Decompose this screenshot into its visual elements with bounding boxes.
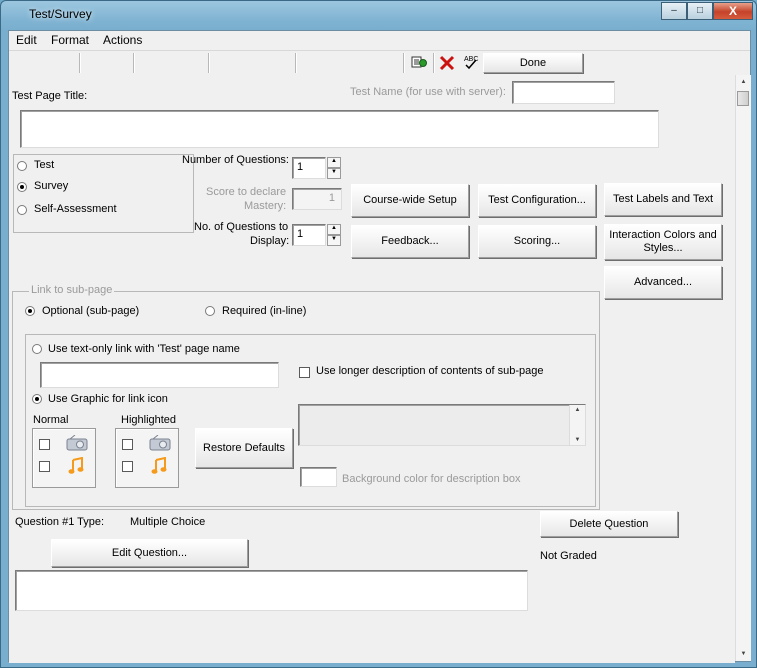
- toolbar-separator: [79, 53, 81, 73]
- question-type-value: Multiple Choice: [130, 516, 206, 528]
- highlighted-icon-preview[interactable]: [115, 428, 179, 488]
- background-color-label: Background color for description box: [342, 473, 521, 485]
- page-title-input[interactable]: [20, 110, 659, 148]
- radio-test[interactable]: [17, 161, 27, 171]
- graded-status: Not Graded: [540, 550, 597, 562]
- radio-text-only-link[interactable]: [32, 344, 42, 354]
- display-questions-label-1: No. of Questions to: [194, 221, 289, 233]
- background-color-swatch[interactable]: [300, 467, 337, 487]
- edit-question-button[interactable]: Edit Question...: [51, 539, 248, 567]
- toolbar-separator: [133, 53, 135, 73]
- delete-x-icon[interactable]: [439, 55, 455, 71]
- menu-actions[interactable]: Actions: [103, 33, 142, 47]
- spin-up-icon[interactable]: ▲: [327, 157, 341, 168]
- interaction-colors-button[interactable]: Interaction Colors and Styles...: [604, 224, 722, 260]
- display-questions-input[interactable]: 1: [292, 224, 326, 246]
- question-preview-box[interactable]: [15, 570, 528, 611]
- toolbar-separator: [433, 53, 435, 73]
- form-area: Test Page Title: Test Name (for use with…: [9, 75, 735, 663]
- delete-question-button[interactable]: Delete Question: [540, 511, 678, 537]
- spin-down-icon[interactable]: ▼: [327, 235, 341, 246]
- menu-bar: Edit Format Actions: [9, 31, 750, 50]
- radio-self-assessment[interactable]: [17, 205, 27, 215]
- scroll-up-icon[interactable]: ▲: [736, 75, 751, 89]
- restore-defaults-button[interactable]: Restore Defaults: [195, 428, 293, 468]
- highlighted-icon-label: Highlighted: [121, 414, 177, 426]
- display-questions-label-2: Display:: [250, 235, 290, 247]
- page-scrollbar[interactable]: ▲ ▼: [735, 75, 751, 661]
- num-questions-input[interactable]: 1: [292, 157, 326, 179]
- radio-device-icon: [149, 434, 171, 454]
- spin-up-icon[interactable]: ▲: [327, 224, 341, 235]
- num-questions-spinner[interactable]: ▲ ▼: [327, 157, 341, 179]
- music-note-icon: [68, 456, 84, 478]
- scoring-button[interactable]: Scoring...: [478, 225, 596, 258]
- page-title-label: Test Page Title:: [12, 90, 88, 102]
- test-configuration-button[interactable]: Test Configuration...: [478, 184, 596, 217]
- scroll-down-icon[interactable]: ▼: [736, 647, 751, 661]
- radio-text-only-label: Use text-only link with 'Test' page name: [48, 343, 240, 355]
- scroll-down-icon[interactable]: ▼: [570, 435, 585, 445]
- radio-optional-label: Optional (sub-page): [42, 305, 140, 317]
- mastery-label-2: Mastery:: [244, 200, 287, 212]
- done-button[interactable]: Done: [483, 53, 583, 73]
- radio-graphic-link[interactable]: [32, 394, 42, 404]
- feedback-button[interactable]: Feedback...: [351, 225, 469, 258]
- radio-test-label: Test: [34, 159, 55, 171]
- interaction-colors-label-2: Styles...: [643, 242, 683, 254]
- radio-required-label: Required (in-line): [222, 305, 307, 317]
- display-questions-spinner[interactable]: ▲ ▼: [327, 224, 341, 246]
- maximize-button[interactable]: □: [687, 2, 713, 20]
- toc-icon[interactable]: [411, 55, 427, 69]
- course-wide-setup-button[interactable]: Course-wide Setup: [351, 184, 469, 217]
- longer-description-label: Use longer description of contents of su…: [316, 365, 544, 377]
- normal-icon-label: Normal: [33, 414, 69, 426]
- spin-down-icon[interactable]: ▼: [327, 168, 341, 179]
- scroll-up-icon[interactable]: ▲: [570, 405, 585, 415]
- interaction-colors-label-1: Interaction Colors and: [609, 229, 717, 241]
- test-labels-button[interactable]: Test Labels and Text: [604, 183, 722, 216]
- advanced-button[interactable]: Advanced...: [604, 266, 722, 299]
- radio-required[interactable]: [205, 306, 215, 316]
- app-window: Test/Survey – □ X Edit Format Actions AB…: [0, 0, 757, 668]
- menu-format[interactable]: Format: [51, 33, 89, 47]
- checkbox-icon: [122, 461, 133, 472]
- radio-graphic-label: Use Graphic for link icon: [48, 393, 168, 405]
- mastery-input[interactable]: 1: [292, 188, 342, 210]
- radio-survey-label: Survey: [34, 180, 69, 192]
- test-name-label: Test Name (for use with server):: [350, 86, 506, 98]
- radio-self-assessment-label: Self-Assessment: [34, 203, 117, 215]
- checkbox-icon: [122, 439, 133, 450]
- svg-text:ABC: ABC: [464, 56, 478, 63]
- client-area: Edit Format Actions ABC Done Test Page T…: [8, 30, 751, 663]
- question-type-label: Question #1 Type:: [15, 516, 105, 528]
- music-note-icon: [151, 456, 167, 478]
- radio-optional[interactable]: [25, 306, 35, 316]
- link-subpage-legend: Link to sub-page: [29, 284, 115, 296]
- num-questions-label: Number of Questions:: [182, 154, 289, 166]
- link-text-input[interactable]: [40, 362, 279, 388]
- minimize-button[interactable]: –: [661, 2, 687, 20]
- toolbar-separator: [403, 53, 405, 73]
- normal-icon-preview[interactable]: [32, 428, 96, 488]
- spellcheck-icon[interactable]: ABC: [463, 54, 479, 70]
- test-name-input[interactable]: [512, 81, 615, 104]
- close-button[interactable]: X: [713, 2, 753, 20]
- title-bar[interactable]: Test/Survey – □ X: [1, 1, 756, 29]
- description-textarea[interactable]: ▲ ▼: [298, 404, 586, 446]
- radio-device-icon: [66, 434, 88, 454]
- description-scrollbar[interactable]: ▲ ▼: [569, 405, 585, 445]
- toolbar: ABC Done: [9, 50, 750, 76]
- toolbar-separator: [295, 53, 297, 73]
- radio-survey[interactable]: [17, 182, 27, 192]
- mastery-label-1: Score to declare: [206, 186, 287, 198]
- scrollbar-thumb[interactable]: [737, 91, 749, 106]
- window-title: Test/Survey: [29, 7, 92, 21]
- longer-description-checkbox[interactable]: [299, 367, 310, 378]
- checkbox-icon: [39, 461, 50, 472]
- checkbox-icon: [39, 439, 50, 450]
- menu-edit[interactable]: Edit: [16, 33, 37, 47]
- toolbar-separator: [208, 53, 210, 73]
